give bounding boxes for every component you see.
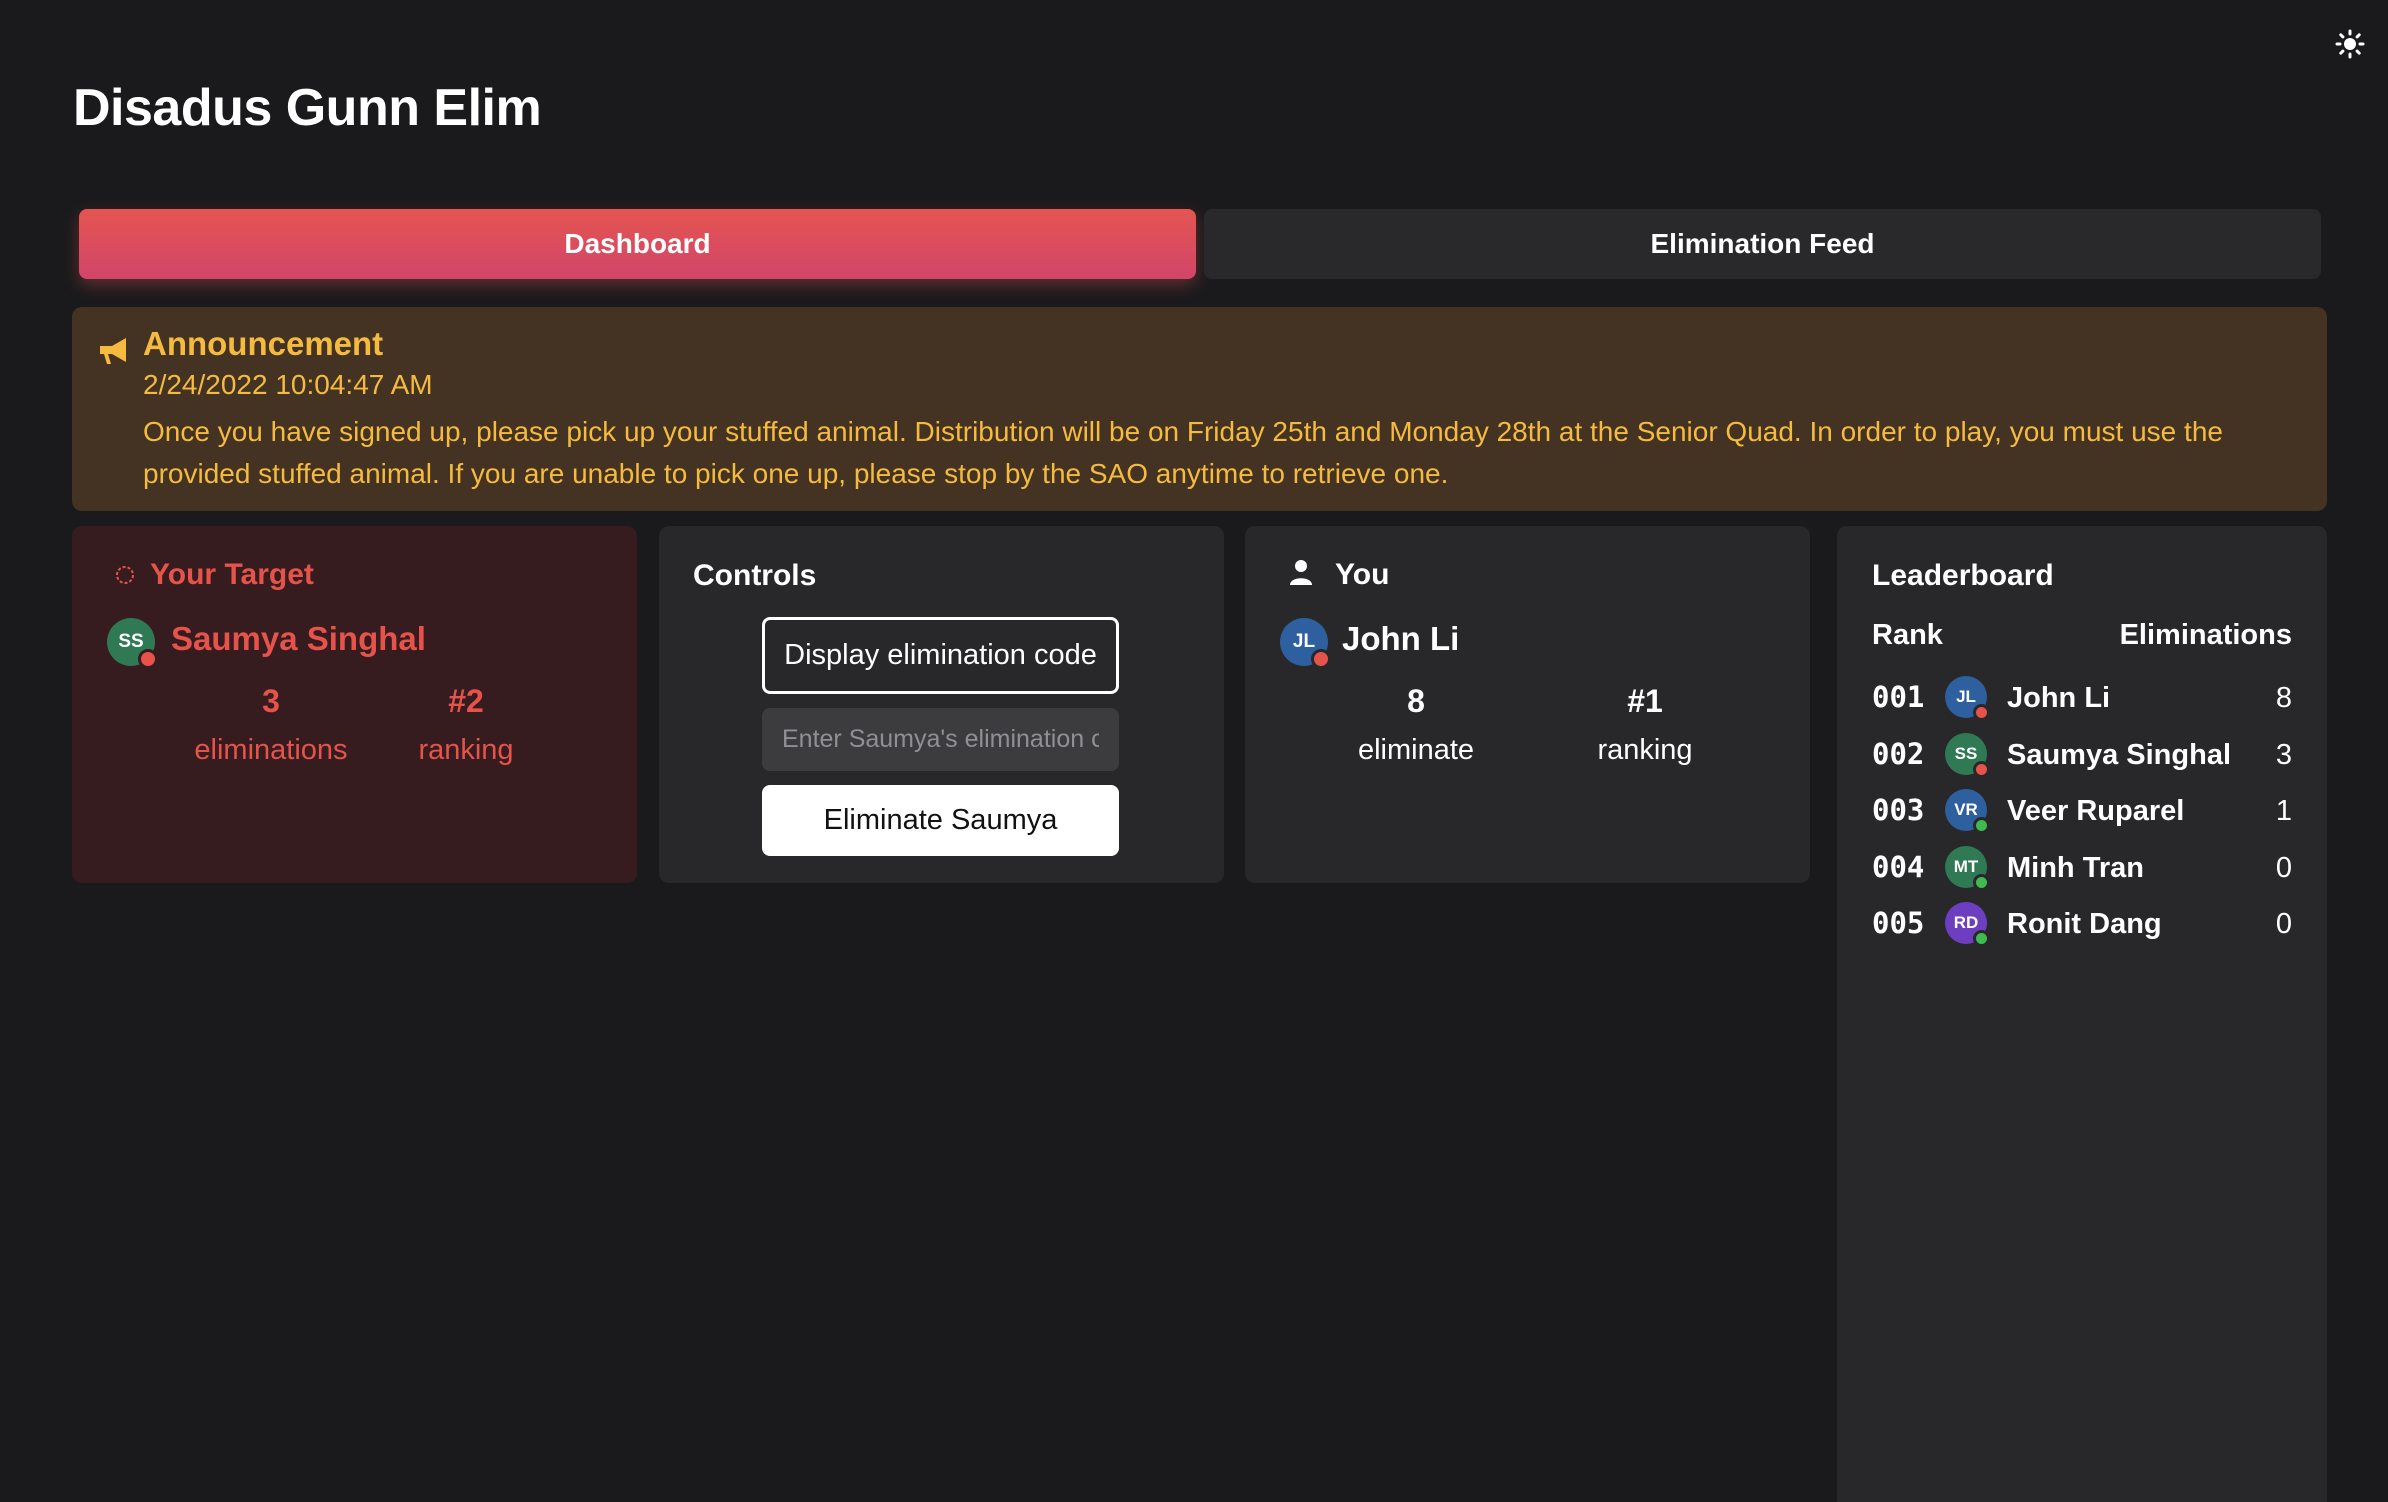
you-avatar: JL [1280, 618, 1331, 669]
you-eliminations-label: eliminate [1357, 734, 1475, 766]
leaderboard-eliminations: 0 [2275, 851, 2292, 884]
announcement-date: 2/24/2022 10:04:47 AM [143, 369, 433, 400]
leaderboard-eliminations: 3 [2275, 738, 2292, 771]
status-dot [1311, 649, 1331, 669]
rank-column-header: Rank [1872, 619, 1943, 651]
leaderboard-eliminations: 1 [2275, 795, 2292, 827]
you-ranking-label: ranking [1597, 734, 1693, 766]
eliminations-column-header: Eliminations [2119, 619, 2292, 651]
status-dot [1973, 760, 1990, 778]
crosshair-icon [116, 566, 134, 584]
display-elimination-code-button[interactable]: Display elimination code [762, 617, 1119, 694]
leaderboard-rank: 002 [1872, 736, 1925, 771]
you-name: John Li [1342, 620, 1460, 657]
leaderboard-eliminations: 0 [2275, 908, 2292, 940]
status-dot [1973, 817, 1990, 834]
announcement-banner: Announcement 2/24/2022 10:04:47 AM Once … [72, 307, 2327, 511]
target-heading: Your Target [150, 558, 314, 591]
leaderboard-row[interactable]: 001 JL John Li 8 [1837, 672, 2327, 728]
leaderboard-heading: Leaderboard [1872, 559, 2054, 592]
you-eliminations-value: 8 [1407, 683, 1425, 719]
controls-heading: Controls [693, 559, 817, 592]
leaderboard-name: Veer Ruparel [2007, 795, 2185, 827]
you-card: You JL John Li 8 eliminate #1 ranking [1245, 526, 1810, 883]
status-dot [1973, 873, 1990, 891]
leaderboard-avatar: JL [1945, 676, 1990, 721]
status-dot [1973, 704, 1990, 721]
tab-bar: Dashboard Elimination Feed [79, 209, 2321, 279]
tab-dashboard[interactable]: Dashboard [79, 209, 1196, 279]
leaderboard-rank: 004 [1872, 849, 1925, 884]
user-icon [1290, 560, 1312, 585]
leaderboard-avatar: RD [1945, 902, 1990, 947]
target-eliminations-label: eliminations [194, 734, 348, 766]
sun-icon [2335, 29, 2365, 59]
target-ranking-label: ranking [418, 734, 514, 766]
announcement-body: Once you have signed up, please pick up … [143, 416, 2223, 489]
leaderboard-name: Saumya Singhal [2007, 738, 2232, 771]
you-ranking-value: #1 [1627, 683, 1663, 719]
app-page: Disadus Gunn Elim Dashboard Elimination … [0, 0, 2388, 1502]
leaderboard-rank: 005 [1872, 906, 1925, 940]
leaderboard-row[interactable]: 005 RD Ronit Dang 0 [1837, 898, 2327, 954]
controls-card: Controls Display elimination code Elimin… [659, 526, 1224, 883]
leaderboard-name: John Li [2007, 682, 2111, 714]
leaderboard-row[interactable]: 003 VR Veer Ruparel 1 [1837, 785, 2327, 841]
leaderboard-avatar: VR [1945, 789, 1990, 834]
theme-toggle-button[interactable] [2331, 25, 2369, 63]
announcement-title: Announcement [143, 325, 384, 362]
target-card: Your Target SS Saumya Singhal 3 eliminat… [72, 526, 637, 883]
status-dot [138, 649, 158, 669]
you-heading: You [1335, 558, 1390, 591]
leaderboard-rank: 003 [1872, 793, 1925, 827]
leaderboard-name: Minh Tran [2007, 851, 2144, 884]
page-title: Disadus Gunn Elim [73, 79, 542, 137]
eliminate-button[interactable]: Eliminate Saumya [762, 785, 1119, 856]
elimination-code-input[interactable] [762, 708, 1119, 771]
leaderboard-eliminations: 8 [2275, 682, 2292, 714]
tab-elimination-feed[interactable]: Elimination Feed [1204, 209, 2321, 279]
target-name: Saumya Singhal [171, 620, 426, 657]
leaderboard-card: Leaderboard Rank Eliminations 001 JL John … [1837, 526, 2327, 1502]
target-eliminations-value: 3 [262, 683, 280, 719]
status-dot [1973, 930, 1990, 947]
target-ranking-value: #2 [448, 683, 484, 719]
leaderboard-row[interactable]: 002 SS Saumya Singhal 3 [1837, 729, 2327, 785]
megaphone-icon [100, 338, 126, 364]
leaderboard-avatar: MT [1945, 845, 1990, 891]
leaderboard-name: Ronit Dang [2007, 908, 2162, 940]
leaderboard-row[interactable]: 004 MT Minh Tran 0 [1837, 842, 2327, 898]
leaderboard-avatar: SS [1945, 732, 1990, 778]
target-avatar: SS [107, 618, 158, 669]
leaderboard-rank: 001 [1872, 680, 1925, 714]
